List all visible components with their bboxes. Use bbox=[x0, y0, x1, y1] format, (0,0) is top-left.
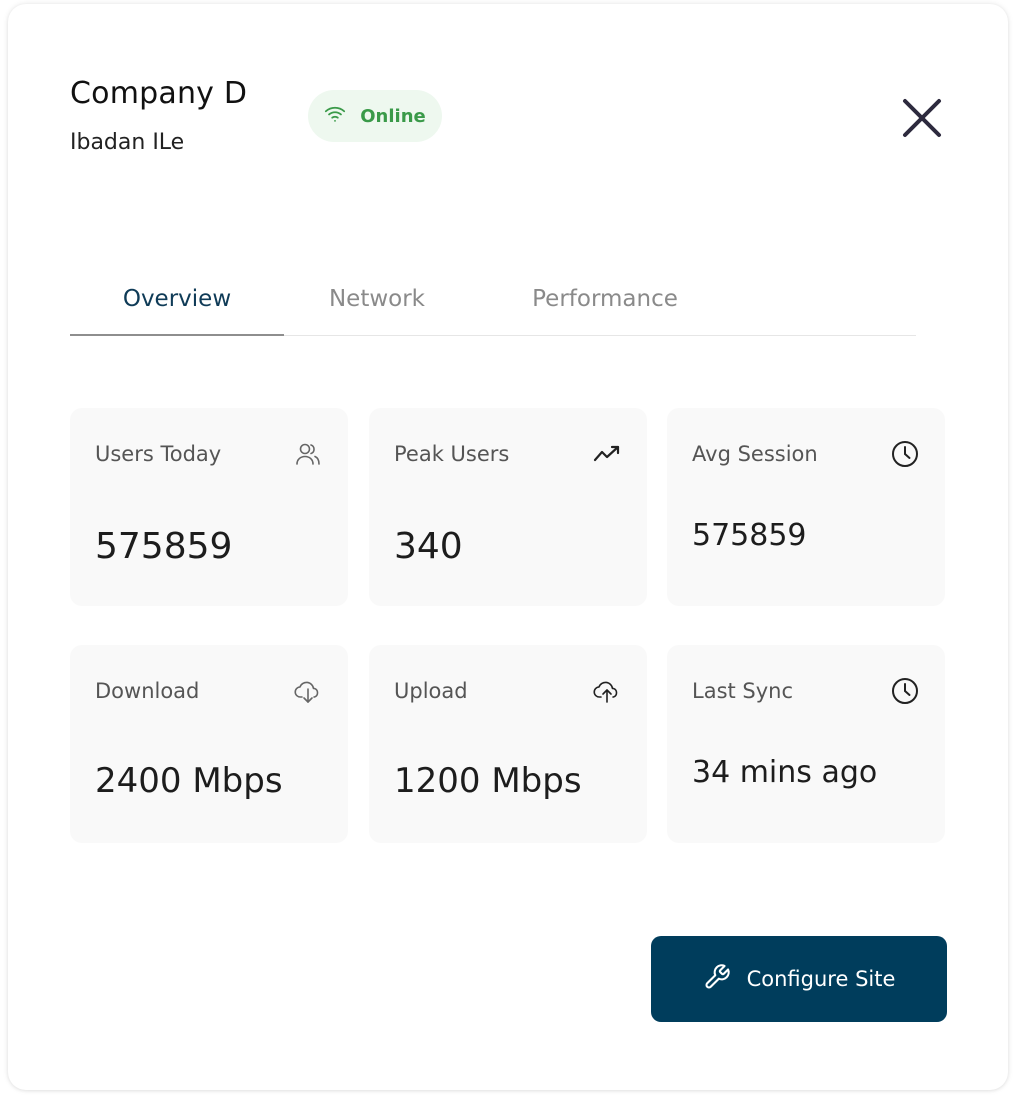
stat-label: Peak Users bbox=[394, 442, 510, 466]
stat-card-download: Download 2400 Mbps bbox=[70, 645, 348, 843]
stat-value: 1200 Mbps bbox=[394, 761, 582, 801]
stat-label: Upload bbox=[394, 679, 468, 703]
wrench-icon bbox=[703, 963, 731, 996]
stat-card-upload: Upload 1200 Mbps bbox=[369, 645, 647, 843]
clock-icon bbox=[891, 677, 919, 705]
stat-label: Download bbox=[95, 679, 200, 703]
tab-network[interactable]: Network bbox=[308, 262, 446, 336]
stat-label: Users Today bbox=[95, 442, 222, 466]
stat-card-avg-session: Avg Session 575859 bbox=[667, 408, 945, 606]
stat-value: 34 mins ago bbox=[692, 755, 878, 790]
tab-performance[interactable]: Performance bbox=[510, 262, 700, 336]
status-badge: Online bbox=[308, 90, 442, 142]
site-title: Company D bbox=[70, 76, 248, 111]
site-details-card: Company D Ibadan ILe Online Overview Net… bbox=[8, 4, 1008, 1090]
stat-value: 575859 bbox=[95, 526, 233, 567]
download-cloud-icon bbox=[294, 677, 322, 705]
close-button[interactable] bbox=[896, 94, 948, 146]
stat-card-last-sync: Last Sync 34 mins ago bbox=[667, 645, 945, 843]
status-label: Online bbox=[360, 105, 426, 127]
configure-site-button[interactable]: Configure Site bbox=[651, 936, 947, 1022]
trending-icon bbox=[593, 440, 621, 468]
stat-card-users-today: Users Today 575859 bbox=[70, 408, 348, 606]
site-location: Ibadan ILe bbox=[70, 130, 185, 155]
upload-cloud-icon bbox=[593, 677, 621, 705]
stat-label: Avg Session bbox=[692, 442, 818, 466]
stat-value: 340 bbox=[394, 526, 463, 567]
stat-value: 2400 Mbps bbox=[95, 761, 283, 801]
stat-value: 575859 bbox=[692, 518, 807, 553]
tab-bar: Overview Network Performance bbox=[70, 262, 916, 336]
clock-icon bbox=[891, 440, 919, 468]
stat-card-peak-users: Peak Users 340 bbox=[369, 408, 647, 606]
wifi-icon bbox=[324, 103, 346, 130]
active-tab-indicator bbox=[70, 334, 284, 336]
users-icon bbox=[294, 440, 322, 468]
stat-label: Last Sync bbox=[692, 679, 794, 703]
close-icon bbox=[902, 98, 942, 142]
tab-overview[interactable]: Overview bbox=[70, 262, 284, 336]
configure-site-label: Configure Site bbox=[746, 967, 896, 991]
